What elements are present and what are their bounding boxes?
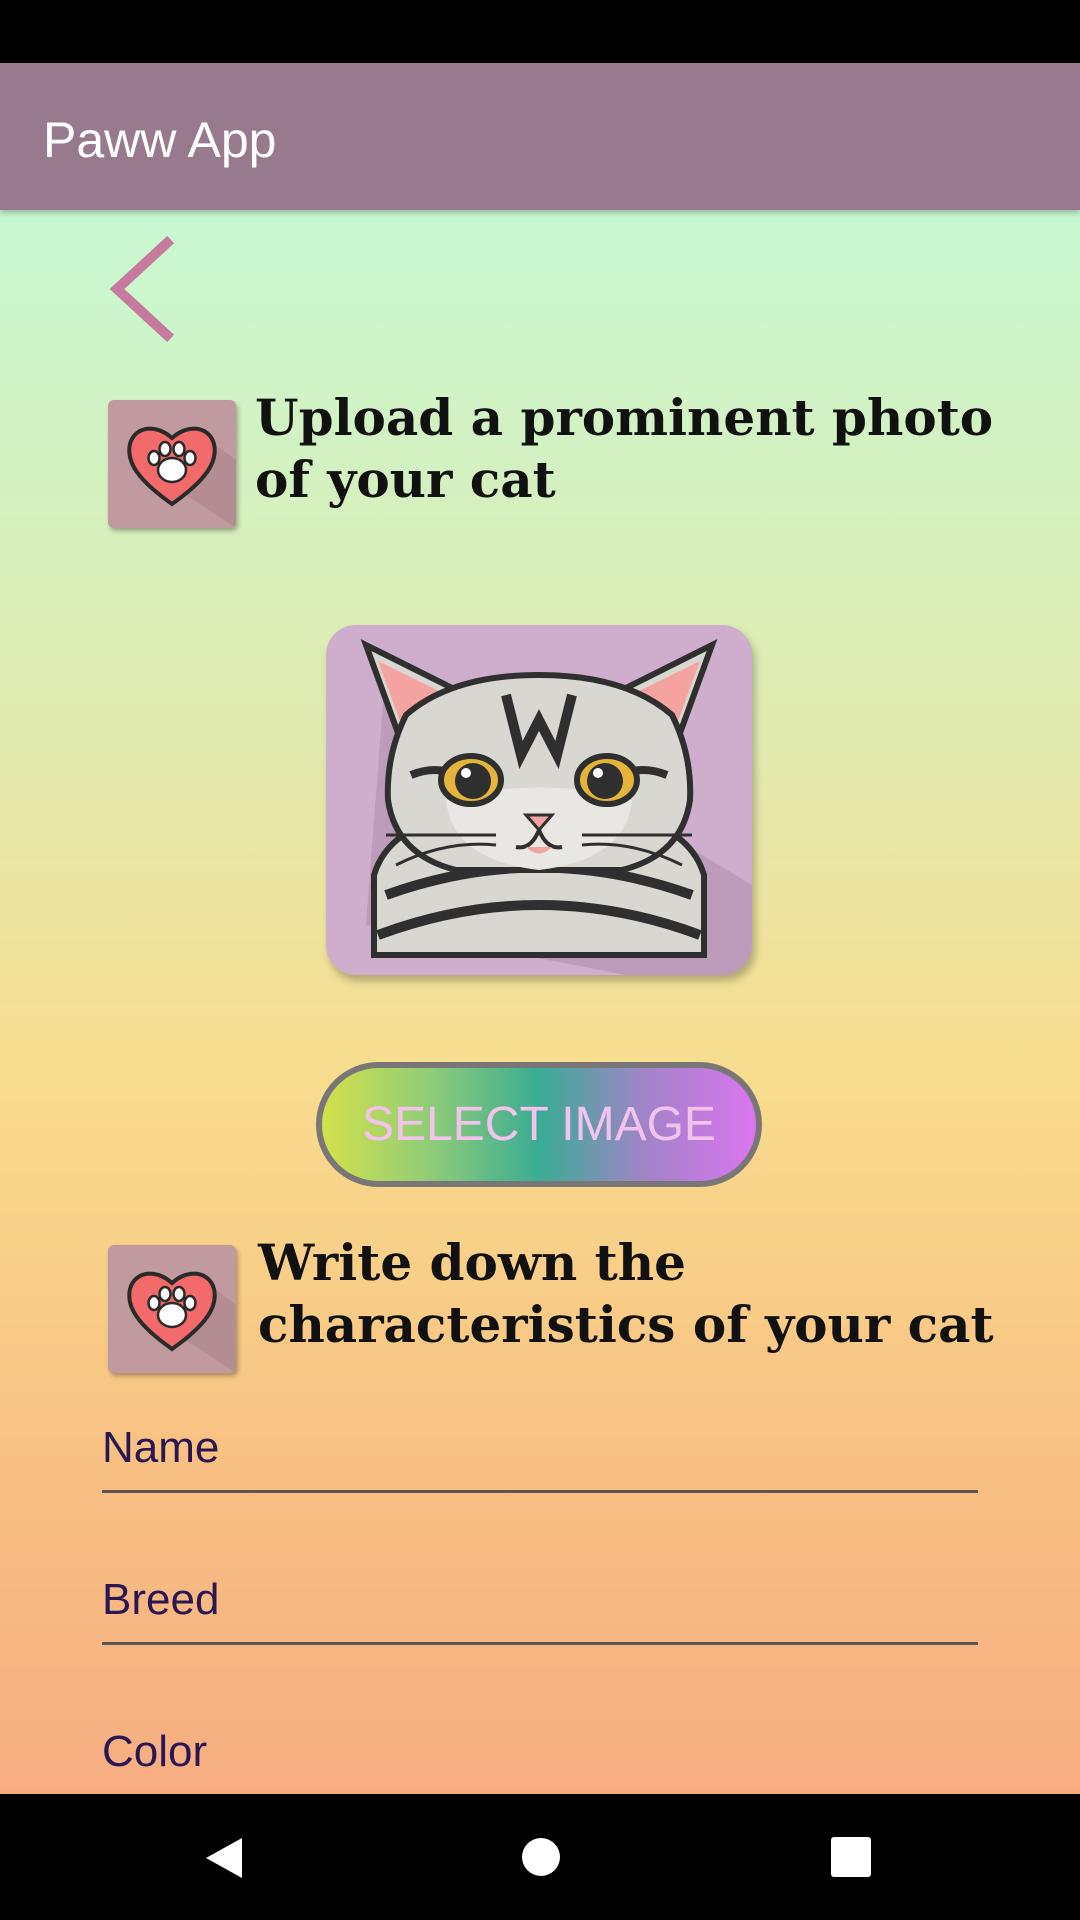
upload-heading-line2: of your cat (255, 450, 556, 509)
characteristics-heading-line2: characteristics of your cat (258, 1295, 994, 1354)
nav-home-icon[interactable] (520, 1836, 562, 1878)
back-arrow-icon (109, 235, 175, 343)
select-image-button[interactable]: SELECT IMAGE (316, 1062, 762, 1187)
navigation-bar (0, 1794, 1080, 1920)
cat-face-image (360, 638, 752, 975)
cat-photo-preview (326, 625, 752, 975)
nav-back-icon[interactable] (200, 1834, 248, 1882)
app-title: Paww App (43, 112, 277, 168)
name-field[interactable]: Name (102, 1423, 219, 1473)
nav-recents-icon[interactable] (830, 1836, 872, 1878)
heart-paw-icon (127, 1271, 236, 1373)
upload-section-icon (108, 400, 236, 528)
name-field-underline (102, 1490, 978, 1493)
app-bar: Paww App (0, 63, 1080, 210)
heart-paw-icon (127, 426, 236, 528)
characteristics-heading: Write down the characteristics of your c… (258, 1232, 994, 1356)
status-bar (0, 0, 1080, 63)
upload-heading-line1: Upload a prominent photo (255, 388, 994, 447)
color-field[interactable]: Color (102, 1727, 207, 1777)
characteristics-section-icon (108, 1245, 236, 1373)
main-content: Upload a prominent photo of your cat SEL… (0, 210, 1080, 1794)
breed-field[interactable]: Breed (102, 1575, 219, 1625)
upload-heading: Upload a prominent photo of your cat (255, 387, 993, 511)
characteristics-heading-line1: Write down the (258, 1233, 686, 1292)
back-button[interactable] (105, 235, 185, 345)
breed-field-underline (102, 1642, 978, 1645)
